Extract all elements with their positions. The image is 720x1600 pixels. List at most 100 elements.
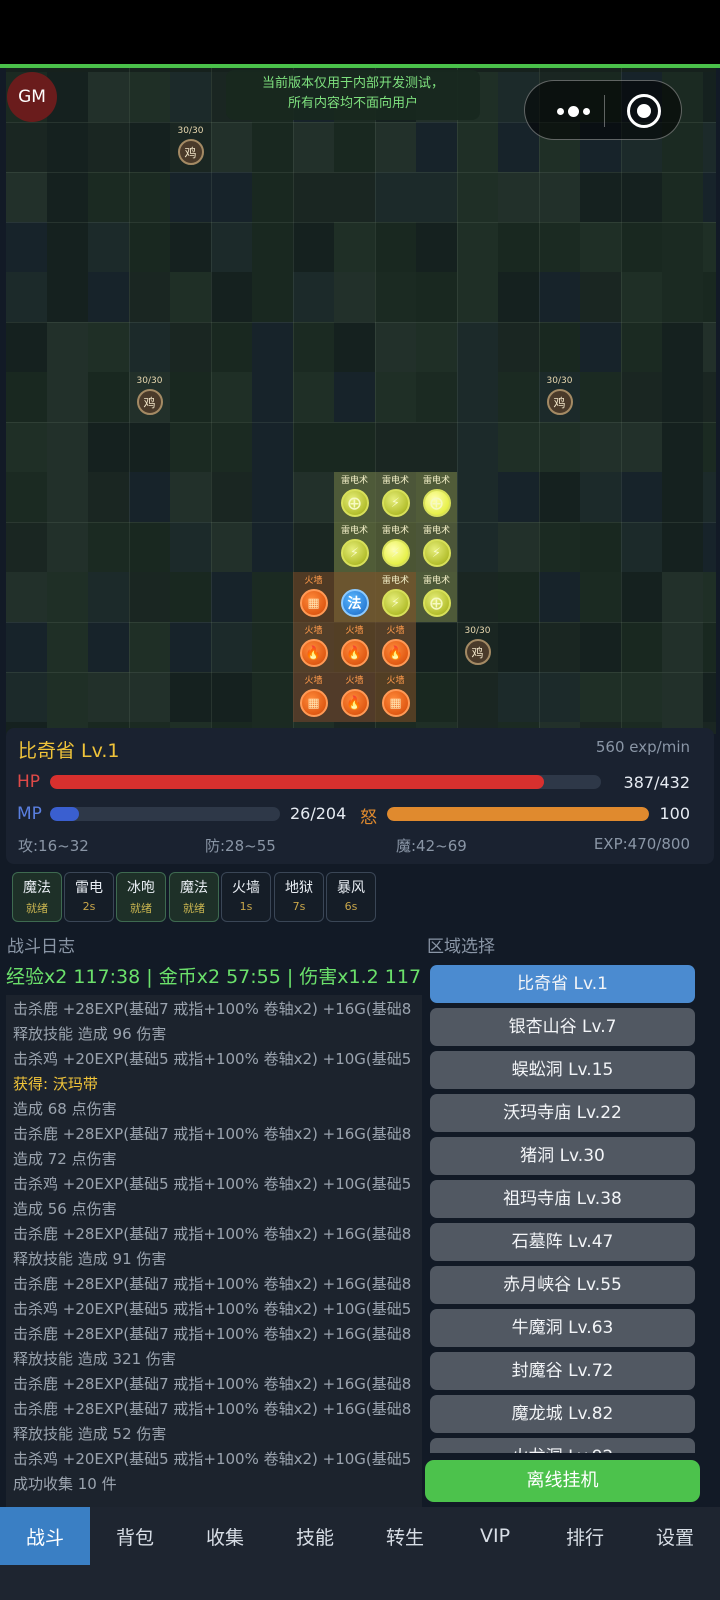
nav-tab[interactable]: 收集 [180,1507,270,1565]
log-line: 击杀鹿 +28EXP(基础7 戒指+100% 卷轴x2) +16G(基础8 [13,1375,412,1393]
map-tile [703,222,716,272]
map-tile [703,472,716,522]
map-tile [703,272,716,322]
map-tile [621,272,662,322]
dev-notice: 当前版本仅用于内部开发测试， 所有内容均不面向用户 [226,70,480,120]
thunder-spell-tile-label: 雷电术 [422,476,450,486]
skill-state: 6s [344,900,358,913]
zone-button[interactable]: 封魔谷 Lv.72 [430,1352,695,1390]
fire-wall-tile: 火墙 🔥 [334,622,375,672]
map-tile [334,272,375,322]
map-tile [498,322,539,372]
zone-button[interactable]: 比奇省 Lv.1 [430,965,695,1003]
skill-slot[interactable]: 地狱 7s [274,872,324,922]
map-tile [457,472,498,522]
map-tile [170,322,211,372]
notice-line-2: 所有内容均不面向用户 [287,96,418,111]
grid-line [6,422,716,423]
flame-icon: 🔥 [381,639,410,667]
map-tile [47,122,88,172]
map-tile [293,322,334,372]
skill-slot[interactable]: 雷电 2s [64,872,114,922]
map-tile [539,422,580,472]
map-tile [211,622,252,672]
skill-slot[interactable]: 火墙 1s [221,872,271,922]
mob-name: 鸡 [546,389,573,415]
zone-button[interactable]: 蜈蚣洞 Lv.15 [430,1051,695,1089]
zone-button[interactable]: 沃玛寺庙 Lv.22 [430,1094,695,1132]
mob-chicken[interactable]: 30/30 鸡 [539,372,580,422]
zone-list[interactable]: 比奇省 Lv.1 银杏山谷 Lv.7 蜈蚣洞 Lv.15 沃玛寺庙 Lv.22 猪洞 L… [430,965,698,1453]
map-tile [88,422,129,472]
map-tile [47,322,88,372]
map-tile [621,622,662,672]
mob-chicken[interactable]: 30/30 鸡 [457,622,498,672]
map-tile [88,72,129,122]
map-tile [252,322,293,372]
nav-tab[interactable]: 战斗 [0,1507,90,1565]
mp-bar-fill [50,807,80,821]
battle-log[interactable]: 击杀鹿 +28EXP(基础7 戒指+100% 卷轴x2) +16G(基础8 释放技… [6,995,422,1507]
mob-name: 鸡 [136,389,163,415]
map-tile [252,172,293,222]
exp-rate: 560 exp/min [595,738,690,756]
map-tile [334,122,375,172]
skill-slot[interactable]: 暴风 6s [326,872,376,922]
zone-button[interactable]: 银杏山谷 Lv.7 [430,1008,695,1046]
zone-button[interactable]: 牛魔洞 Lv.63 [430,1309,695,1347]
nav-tab[interactable]: 背包 [90,1507,180,1565]
mob-chicken[interactable]: 30/30 鸡 [170,122,211,172]
close-target-icon[interactable] [627,94,661,128]
skill-slot[interactable]: 冰咆 就绪 [116,872,166,922]
map-tile [416,322,457,372]
map-tile [211,522,252,572]
skill-slot[interactable]: 魔法 就绪 [12,872,62,922]
zone-button[interactable]: 祖玛寺庙 Lv.38 [430,1180,695,1218]
nav-tab[interactable]: 转生 [360,1507,450,1565]
map-tile [211,172,252,222]
nav-tab[interactable]: 技能 [270,1507,360,1565]
map-tile [621,572,662,622]
map-tile [129,572,170,622]
map-tile [662,422,703,472]
zone-button[interactable]: 魔龙城 Lv.82 [430,1395,695,1433]
skill-state: 1s [239,900,253,913]
map-tile [457,222,498,272]
map-tile [662,322,703,372]
map-tile [457,122,498,172]
zone-button[interactable]: 猪洞 Lv.30 [430,1137,695,1175]
nav-tab[interactable]: 排行 [540,1507,630,1565]
skill-slot[interactable]: 魔法 就绪 [169,872,219,922]
mob-chicken[interactable]: 30/30 鸡 [129,372,170,422]
thunder-spell-tile: 雷电术 ⨁ [416,572,457,622]
map-tile [129,222,170,272]
offline-idle-button[interactable]: 离线挂机 [425,1460,700,1502]
ember-icon: ▦ [381,689,410,717]
fire-wall-tile: 火墙 ▦ [375,672,416,722]
gm-button[interactable]: GM [7,72,57,122]
more-icon[interactable] [543,99,603,123]
zone-button[interactable]: 赤月峡谷 Lv.55 [430,1266,695,1304]
map-tile [293,272,334,322]
map-tile [293,222,334,272]
log-line: 造成 56 点伤害 [13,1200,117,1218]
mob-name: 鸡 [177,139,204,165]
lightning-icon: ⚡ [381,489,410,517]
flame-icon: 🔥 [340,639,369,667]
notice-line-1: 当前版本仅用于内部开发测试， [261,76,444,91]
nav-tab[interactable]: VIP [450,1507,540,1565]
map-tile [334,372,375,422]
map-tile [703,172,716,222]
map-tile [170,522,211,572]
map-tile [457,322,498,372]
map-tile [662,572,703,622]
thunder-spell-tile-label: 雷电术 [422,526,450,536]
system-status-bar [0,0,720,64]
battle-map[interactable]: 雷电术 ⨁ 雷电术 ⚡ 雷电术 ⨁ 雷电术 ⚡ 雷电术 ⚡ 雷电术 ⚡ 雷电术 ⚡ 雷电术 ⨁ 火墙 ▦ 火墙 🔥 火墙… [6,68,716,734]
map-tile [621,522,662,572]
fire-wall-tile-label: 火墙 [304,676,323,686]
plus-circle-icon: ⨁ [422,489,451,517]
zone-button[interactable]: 石墓阵 Lv.47 [430,1223,695,1261]
nav-tab[interactable]: 设置 [630,1507,720,1565]
zone-button[interactable]: 火龙洞 Lv.92 [430,1438,695,1453]
